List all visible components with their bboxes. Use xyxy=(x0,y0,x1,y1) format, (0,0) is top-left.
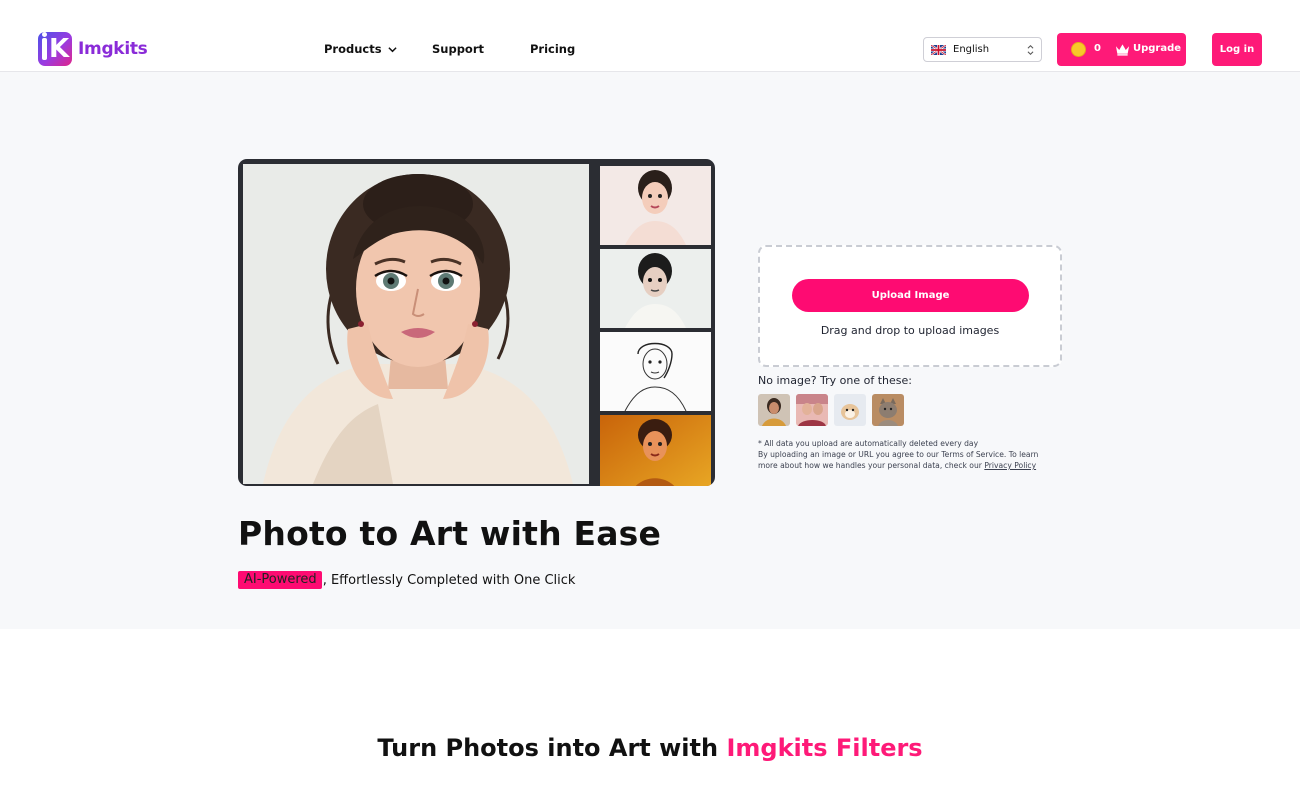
brand-name: Imgkits xyxy=(78,39,148,59)
language-value: English xyxy=(953,44,990,55)
art-showcase xyxy=(238,159,715,486)
sample-image-couple[interactable] xyxy=(796,394,828,426)
ai-powered-badge: AI-Powered xyxy=(238,571,322,589)
notice-line-1: * All data you upload are automatically … xyxy=(758,439,979,448)
hero-subtitle-text: , Effortlessly Completed with One Click xyxy=(322,572,576,588)
filters-title-plain: Turn Photos into Art with xyxy=(377,734,727,762)
sample-image-portrait[interactable] xyxy=(758,394,790,426)
uk-flag-icon xyxy=(931,44,946,55)
upgrade-label: Upgrade xyxy=(1133,43,1182,54)
showcase-main-image xyxy=(243,164,589,484)
logo[interactable]: K Imgkits xyxy=(38,32,148,66)
filters-title-accent: Imgkits Filters xyxy=(726,734,923,762)
sample-image-dog[interactable] xyxy=(834,394,866,426)
select-arrows-icon xyxy=(1027,44,1034,56)
notice-line-2: By uploading an image or URL you agree t… xyxy=(758,450,1039,459)
upload-image-button[interactable]: Upload Image xyxy=(792,279,1029,312)
language-select[interactable]: English xyxy=(923,37,1042,62)
chevron-down-icon xyxy=(387,46,397,52)
sample-image-cat[interactable] xyxy=(872,394,904,426)
nav-products-label: Products xyxy=(324,42,382,56)
notice-line-3-text: more about how we handles your personal … xyxy=(758,461,982,470)
crown-icon xyxy=(1115,44,1130,56)
top-header: K Imgkits Products Support Pricing Engli… xyxy=(0,0,1300,72)
privacy-policy-link[interactable]: Privacy Policy xyxy=(984,461,1036,470)
style-thumb-cartoon[interactable] xyxy=(600,166,711,245)
logo-icon: K xyxy=(38,32,72,66)
privacy-notice: * All data you upload are automatically … xyxy=(758,438,1068,471)
style-thumb-sketch[interactable] xyxy=(600,332,711,411)
coin-icon xyxy=(1071,42,1086,57)
login-button[interactable]: Log in xyxy=(1212,33,1262,66)
samples-label: No image? Try one of these: xyxy=(758,374,913,387)
nav-support[interactable]: Support xyxy=(432,42,484,56)
credits-upgrade-button[interactable]: 0 Upgrade xyxy=(1057,33,1186,66)
nav-pricing[interactable]: Pricing xyxy=(530,42,575,56)
page-title: Photo to Art with Ease xyxy=(238,514,662,553)
notice-line-3: more about how we handles your personal … xyxy=(758,460,1068,471)
hero-subtitle: AI-Powered , Effortlessly Completed with… xyxy=(238,571,575,589)
upload-dropzone[interactable]: Upload Image Drag and drop to upload ima… xyxy=(758,245,1062,367)
drag-drop-hint: Drag and drop to upload images xyxy=(820,324,1000,337)
style-thumb-inkwash[interactable] xyxy=(600,249,711,328)
credit-count: 0 xyxy=(1094,43,1101,54)
style-thumb-painting[interactable] xyxy=(600,415,711,486)
nav-products[interactable]: Products xyxy=(324,42,397,56)
filters-section-title: Turn Photos into Art with Imgkits Filter… xyxy=(0,734,1300,762)
